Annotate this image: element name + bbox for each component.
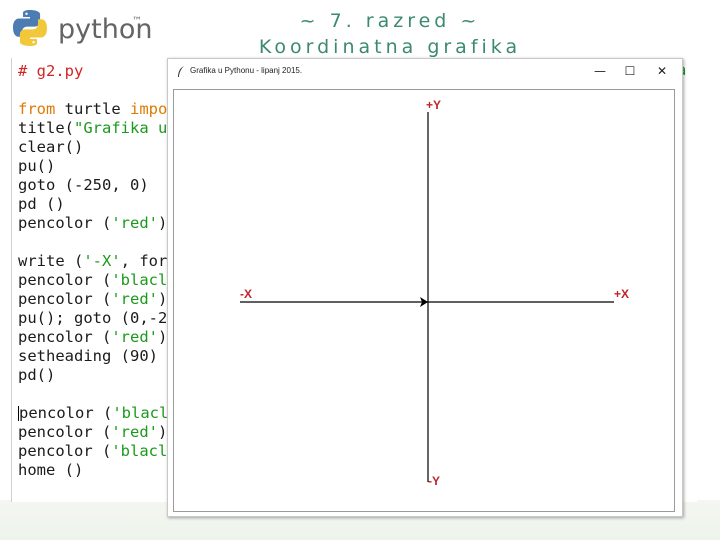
code-token: '-X' (83, 252, 121, 270)
code-token: turtle (55, 100, 130, 118)
code-token: 'red' (111, 290, 158, 308)
code-token: , for (120, 252, 168, 270)
code-token: pencolor ( (18, 214, 112, 232)
slide-title-line2: Koordinatna grafika (258, 36, 522, 58)
code-token: 'red' (111, 214, 158, 232)
code-token: # g2.py (18, 62, 84, 80)
code-line[interactable]: pd () (18, 195, 168, 214)
slide-title: ~ 7. razred ~ Koordinatna grafika (240, 8, 540, 60)
code-line[interactable]: pencolor ('blacl (18, 442, 168, 461)
code-token: 'blacl (111, 271, 168, 289)
code-token: pencolor ( (18, 290, 112, 308)
python-logo: python ™ (10, 8, 152, 48)
code-token: "Grafika u (74, 119, 168, 137)
code-token: 'red' (111, 328, 158, 346)
code-token: write ( (18, 252, 84, 270)
code-line[interactable]: pu(); goto (0,-2 (18, 309, 168, 328)
code-line[interactable]: pencolor ('red') (18, 423, 168, 442)
plus-y-label: +Y (426, 98, 442, 112)
code-line[interactable]: pencolor ('red') (18, 328, 168, 347)
trademark-symbol: ™ (132, 16, 142, 27)
code-line[interactable]: pencolor ('blacl (18, 404, 168, 423)
code-token: 'blacl (111, 442, 168, 460)
window-title: Grafika u Pythonu - lipanj 2015. (190, 66, 303, 75)
code-token: pu() (18, 157, 56, 175)
code-line[interactable]: # g2.py (18, 62, 168, 81)
slide-title-line1: ~ 7. razred ~ (299, 10, 481, 32)
code-token: pencolor ( (18, 328, 112, 346)
code-token: clear() (18, 138, 84, 156)
code-token: title( (18, 119, 74, 137)
code-token: 'blacl (112, 404, 169, 422)
code-token: pu(); goto (0,-2 (18, 309, 168, 327)
code-token: ) (158, 214, 168, 232)
minus-y-label: -Y (428, 474, 440, 488)
python-snake-icon (13, 10, 47, 46)
code-line[interactable] (18, 81, 168, 100)
feather-icon (178, 66, 184, 77)
minimize-button[interactable]: — (586, 61, 614, 81)
minus-x-label: -X (240, 287, 252, 301)
code-line[interactable]: title("Grafika u (18, 119, 168, 138)
close-button[interactable]: ✕ (648, 61, 676, 81)
code-token: setheading (90) (18, 347, 158, 365)
code-token: pencolor ( (18, 271, 112, 289)
maximize-button[interactable]: ☐ (616, 61, 644, 81)
code-line[interactable]: pd() (18, 366, 168, 385)
code-text[interactable]: # g2.py from turtle impo title("Grafika uc… (18, 62, 168, 480)
code-line[interactable]: pencolor ('red') (18, 290, 168, 309)
plus-x-label: +X (614, 287, 630, 301)
code-token: ) (158, 328, 168, 346)
code-line[interactable]: setheading (90) (18, 347, 168, 366)
code-token: from (18, 100, 56, 118)
code-token: home () (18, 461, 84, 479)
code-line[interactable] (18, 233, 168, 252)
code-line[interactable]: pencolor ('red') (18, 214, 168, 233)
code-line[interactable]: write ('-X', for (18, 252, 168, 271)
code-token: pd () (18, 195, 65, 213)
code-line[interactable] (18, 385, 168, 404)
window-titlebar[interactable]: Grafika u Pythonu - lipanj 2015. — ☐ ✕ (168, 59, 682, 85)
code-token: pencolor ( (19, 404, 113, 422)
turtle-graphics-window[interactable]: Grafika u Pythonu - lipanj 2015. — ☐ ✕ +… (167, 58, 683, 517)
turtle-canvas[interactable]: +Y -Y -X +X (173, 89, 675, 512)
code-token: 'red' (111, 423, 158, 441)
code-line[interactable]: home () (18, 461, 168, 480)
code-token: ) (158, 423, 168, 441)
code-token: goto (-250, 0) (18, 176, 149, 194)
code-token: pencolor ( (18, 442, 112, 460)
code-token: pencolor ( (18, 423, 112, 441)
code-line[interactable]: goto (-250, 0) (18, 176, 168, 195)
code-line[interactable]: clear() (18, 138, 168, 157)
code-token: impo (129, 100, 168, 118)
code-token: pd() (18, 366, 56, 384)
code-token: ) (158, 290, 168, 308)
code-line[interactable]: pencolor ('blacl (18, 271, 168, 290)
code-line[interactable]: from turtle impo (18, 100, 168, 119)
code-line[interactable]: pu() (18, 157, 168, 176)
